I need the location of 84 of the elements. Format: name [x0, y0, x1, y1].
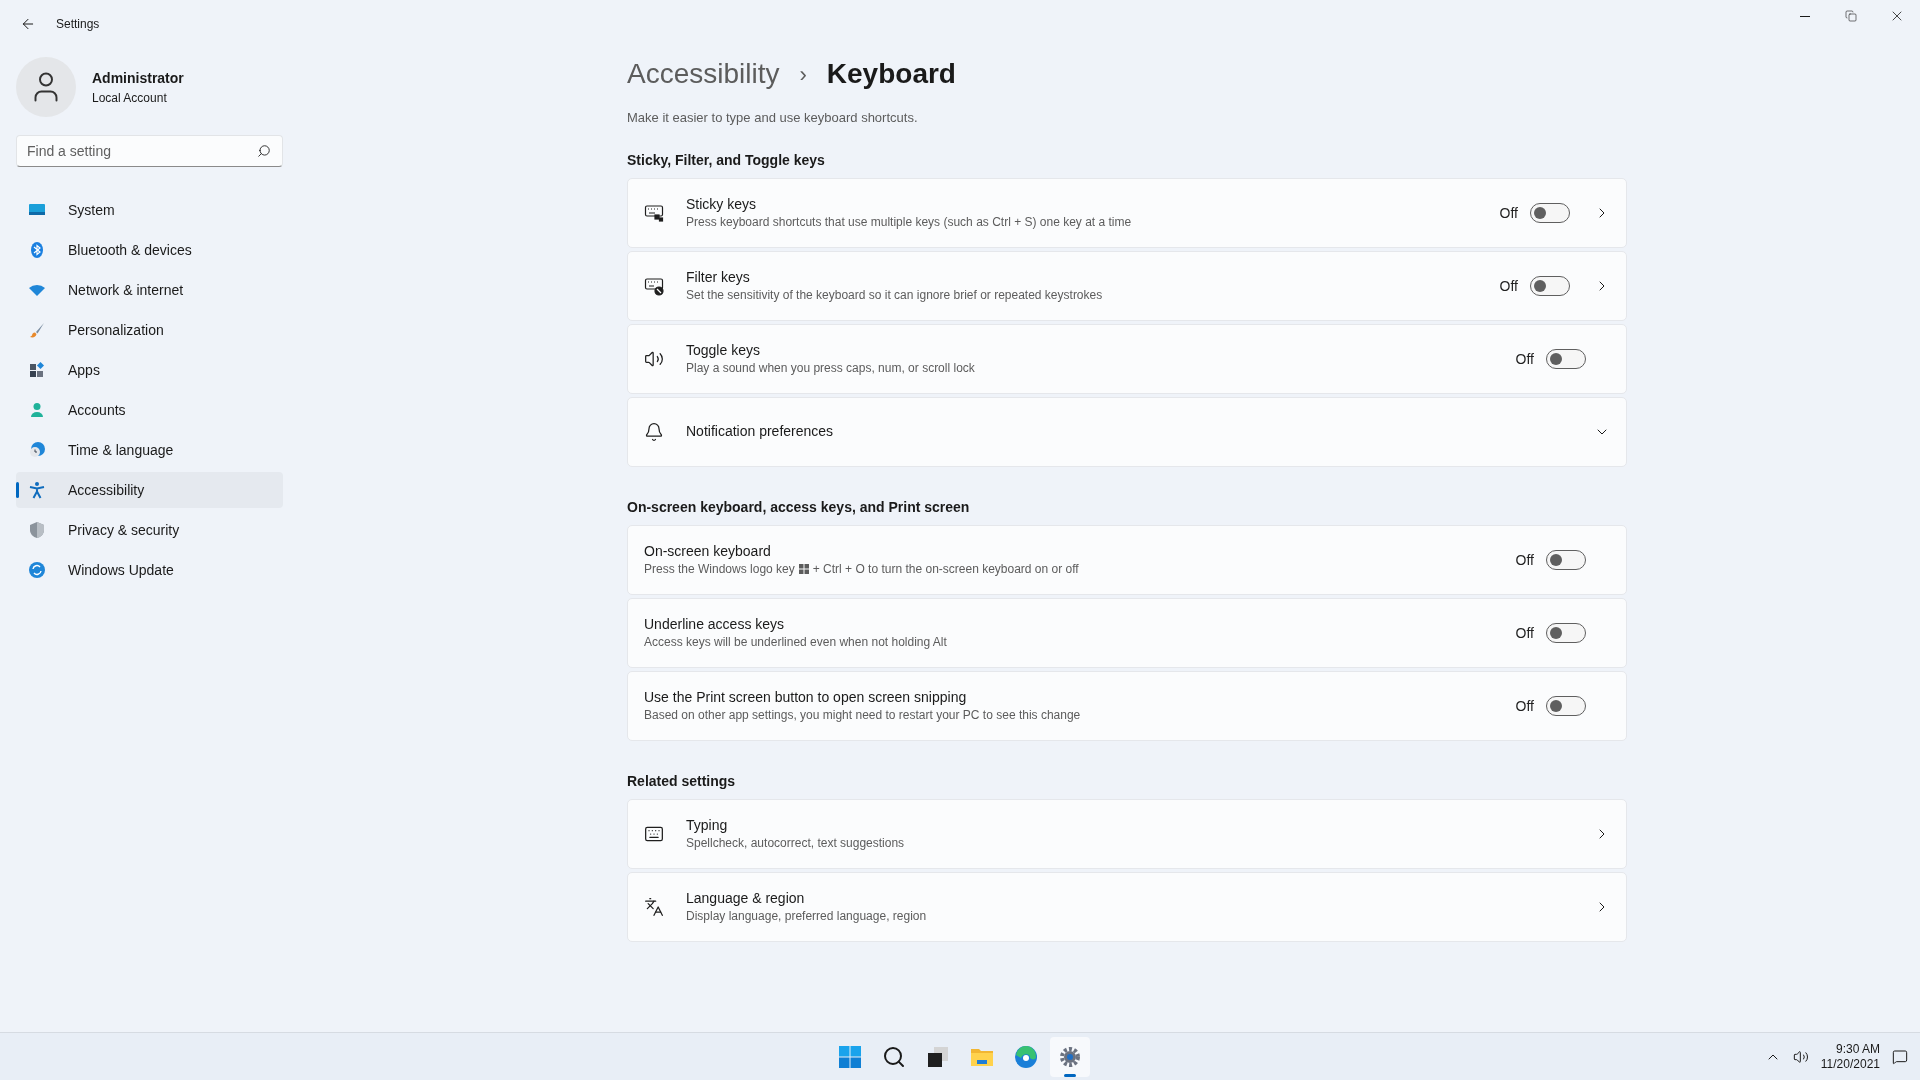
section-heading: Related settings — [627, 771, 737, 791]
setting-description: Display language, preferred language, region — [686, 908, 927, 924]
setting-card[interactable]: Underline access keys Access keys will be underlined even when not holding Alt Off — [627, 597, 1627, 668]
setting-card[interactable]: Language & region Display language, preferred language, region — [627, 871, 1627, 942]
setting-title: Filter keys — [686, 268, 751, 287]
sidebar-item[interactable]: Personalization — [16, 312, 283, 348]
browser-icon — [1014, 1044, 1038, 1069]
setting-description: Spellcheck, autocorrect, text suggestions — [686, 835, 905, 851]
sidebar-item[interactable]: Privacy & security — [16, 512, 283, 548]
sidebar-item[interactable]: Time & language — [16, 432, 283, 468]
section-heading: On-screen keyboard, access keys, and Print screen — [627, 497, 971, 517]
setting-card[interactable]: Notification preferences — [627, 396, 1627, 467]
setting-description: Press the Windows logo key — [644, 561, 795, 577]
restore-icon — [1845, 10, 1857, 22]
account-name: Administrator — [92, 68, 184, 88]
setting-description: Press keyboard shortcuts that use multiple keys (such as Ctrl + S) one key at a time — [686, 214, 1132, 230]
setting-title: Underline access keys — [644, 615, 786, 634]
toggle-switch[interactable] — [1530, 275, 1570, 296]
toggle-state-label: Off — [1515, 550, 1534, 570]
toggle-switch[interactable] — [1546, 622, 1586, 643]
setting-title: Notification preferences — [686, 422, 835, 441]
setting-card[interactable]: Sticky keys Press keyboard shortcuts that use multiple keys (such as Ctrl + S) one key at a time Off — [627, 177, 1627, 248]
setting-card[interactable]: Use the Print screen button to open screen snipping Based on other app settings, you might need to restart your PC to see this change Off — [627, 670, 1627, 741]
toggle-switch[interactable] — [1546, 695, 1586, 716]
update-icon — [28, 561, 46, 579]
shield-icon — [28, 521, 46, 539]
setting-title: Toggle keys — [686, 341, 761, 360]
setting-title: Sticky keys — [686, 195, 757, 214]
setting-card[interactable]: On-screen keyboard Press the Windows logo key + Ctrl + O to turn the on-screen keyboard on or off Off — [627, 524, 1627, 595]
sidebar-item[interactable]: Accounts — [16, 392, 283, 428]
sidebar-item[interactable]: System — [16, 192, 283, 228]
accessibility-icon — [28, 481, 46, 499]
setting-card[interactable]: Filter keys Set the sensitivity of the keyboard so it can ignore brief or repeated keystrokes Off — [627, 250, 1627, 321]
clock-time[interactable]: 9:30 AM — [1835, 1041, 1880, 1057]
sidebar-item[interactable]: Bluetooth & devices — [16, 232, 283, 268]
keyboard-icon — [644, 275, 664, 296]
setting-title: Use the Print screen button to open screen snipping — [644, 688, 968, 707]
page-title: Keyboard — [826, 57, 956, 91]
toggle-state-label: Off — [1499, 276, 1518, 296]
bell-icon — [644, 421, 664, 442]
setting-card[interactable]: Typing Spellcheck, autocorrect, text suggestions — [627, 798, 1627, 869]
language-icon — [644, 896, 664, 917]
windows-logo-icon — [798, 564, 809, 574]
apps-icon — [28, 361, 46, 379]
setting-description: Access keys will be underlined even when not holding Alt — [644, 634, 947, 650]
toggle-switch[interactable] — [1546, 348, 1586, 369]
setting-description: Based on other app settings, you might need to restart your PC to see this change — [644, 707, 1081, 723]
toggle-state-label: Off — [1515, 623, 1534, 643]
page-subtitle: Make it easier to type and use keyboard shortcuts. — [627, 109, 919, 127]
search-icon — [882, 1044, 906, 1069]
sidebar-item[interactable]: Apps — [16, 352, 283, 388]
toggle-state-label: Off — [1515, 696, 1534, 716]
minimize-icon — [1800, 15, 1810, 17]
bluetooth-icon — [28, 241, 46, 259]
sidebar-item[interactable]: Network & internet — [16, 272, 283, 308]
setting-description: Play a sound when you press caps, num, or scroll lock — [686, 360, 975, 376]
search-icon — [257, 144, 271, 158]
speaker-icon[interactable] — [1792, 1048, 1809, 1065]
toggle-state-label: Off — [1499, 203, 1518, 223]
breadcrumb-parent[interactable]: Accessibility — [627, 53, 780, 95]
globe-clock-icon — [28, 441, 46, 459]
setting-card[interactable]: Toggle keys Play a sound when you press caps, num, or scroll lock Off — [627, 323, 1627, 394]
section-heading: Sticky, Filter, and Toggle keys — [627, 150, 826, 170]
sidebar-item[interactable]: Accessibility — [16, 472, 283, 508]
keyboard-icon — [644, 202, 664, 223]
setting-title: Typing — [686, 816, 729, 835]
gear-icon — [1058, 1044, 1082, 1069]
toggle-state-label: Off — [1515, 349, 1534, 369]
setting-title: On-screen keyboard — [644, 542, 772, 561]
setting-description: Set the sensitivity of the keyboard so it can ignore brief or repeated keystrokes — [686, 287, 1103, 303]
window-title: Settings — [56, 16, 100, 33]
notification-icon[interactable] — [1892, 1048, 1908, 1065]
task-view-icon — [926, 1044, 950, 1069]
breadcrumb-separator: › — [799, 60, 807, 89]
account-type: Local Account — [92, 89, 168, 107]
sidebar-item[interactable]: Windows Update — [16, 552, 283, 588]
clock-date[interactable]: 11/20/2021 — [1820, 1056, 1880, 1072]
windows-start-icon — [838, 1044, 862, 1069]
setting-description: + Ctrl + O to turn the on-screen keyboard on or off — [812, 561, 1079, 577]
search-field[interactable]: Find a setting — [16, 135, 283, 167]
setting-title: Language & region — [686, 889, 806, 908]
toggle-switch[interactable] — [1530, 202, 1570, 223]
toggle-switch[interactable] — [1546, 549, 1586, 570]
person-icon — [28, 401, 46, 419]
